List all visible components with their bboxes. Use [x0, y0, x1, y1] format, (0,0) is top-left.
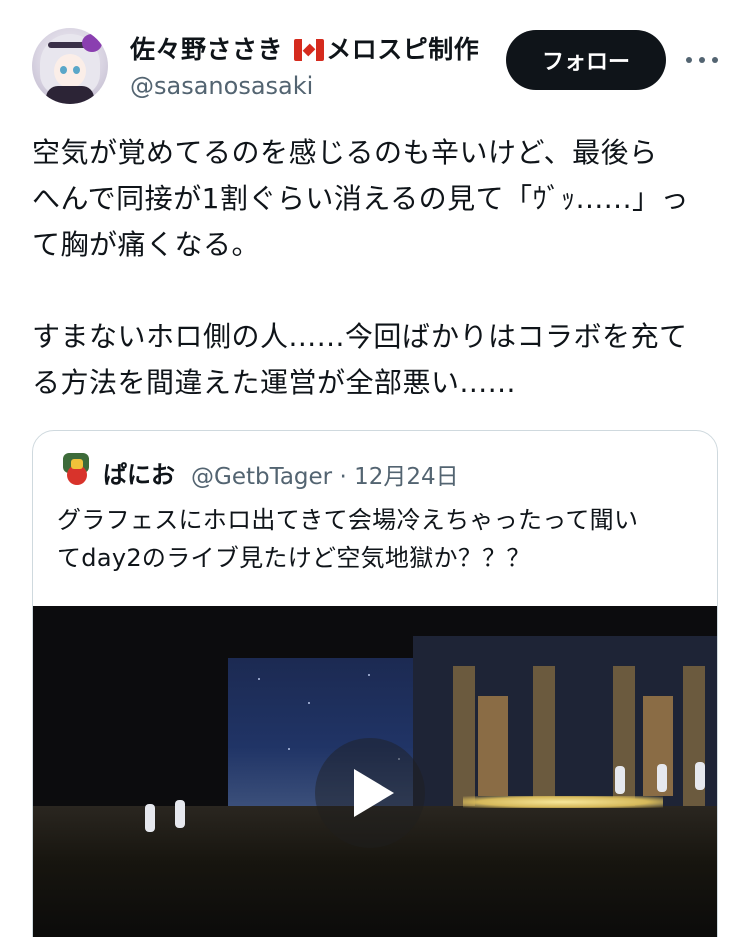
play-icon[interactable] [315, 738, 425, 848]
quoted-post[interactable]: ぱにお @GetbTager · 12月24日 グラフェスにホロ出てきて会場冷え… [32, 430, 718, 937]
post-text: 空気が覚めてるのを感じるのも辛いけど、最後ら へんで同接が1割ぐらい消えるの見て… [32, 136, 689, 399]
video-stage-column [533, 666, 555, 806]
video-performer [175, 800, 185, 828]
video-performer [695, 762, 705, 790]
avatar-face [54, 54, 86, 88]
avatar-flower [82, 34, 102, 52]
quoted-author-handle-date: @GetbTager · 12月24日 [191, 464, 459, 490]
author-handle[interactable]: @sasanosasaki [130, 72, 313, 100]
quoted-author-name: ぱにお [103, 461, 175, 489]
more-icon[interactable] [686, 46, 718, 74]
video-stage-lights [463, 796, 663, 808]
video-stage-curtain [478, 696, 508, 796]
video-performer [615, 766, 625, 794]
follow-button[interactable]: フォロー [506, 30, 666, 90]
canada-flag-icon [294, 39, 325, 61]
author-display-name[interactable]: 佐々野ささき メロスピ制作 [130, 30, 479, 66]
avatar-eye [60, 66, 67, 74]
video-player[interactable] [33, 606, 717, 937]
quoted-author-avatar[interactable] [61, 453, 93, 487]
quoted-post-text: グラフェスにホロ出てきて会場冷えちゃったって聞い てday2のライブ見たけど空気… [57, 506, 639, 572]
video-stage-column [453, 666, 475, 806]
avatar-coat [46, 86, 94, 104]
video-performer [657, 764, 667, 792]
video-performer [145, 804, 155, 832]
author-avatar[interactable] [32, 28, 108, 104]
avatar-eye [73, 66, 80, 74]
author-name-part2: メロスピ制作 [326, 35, 480, 64]
author-name-part1: 佐々野ささき [130, 35, 293, 64]
